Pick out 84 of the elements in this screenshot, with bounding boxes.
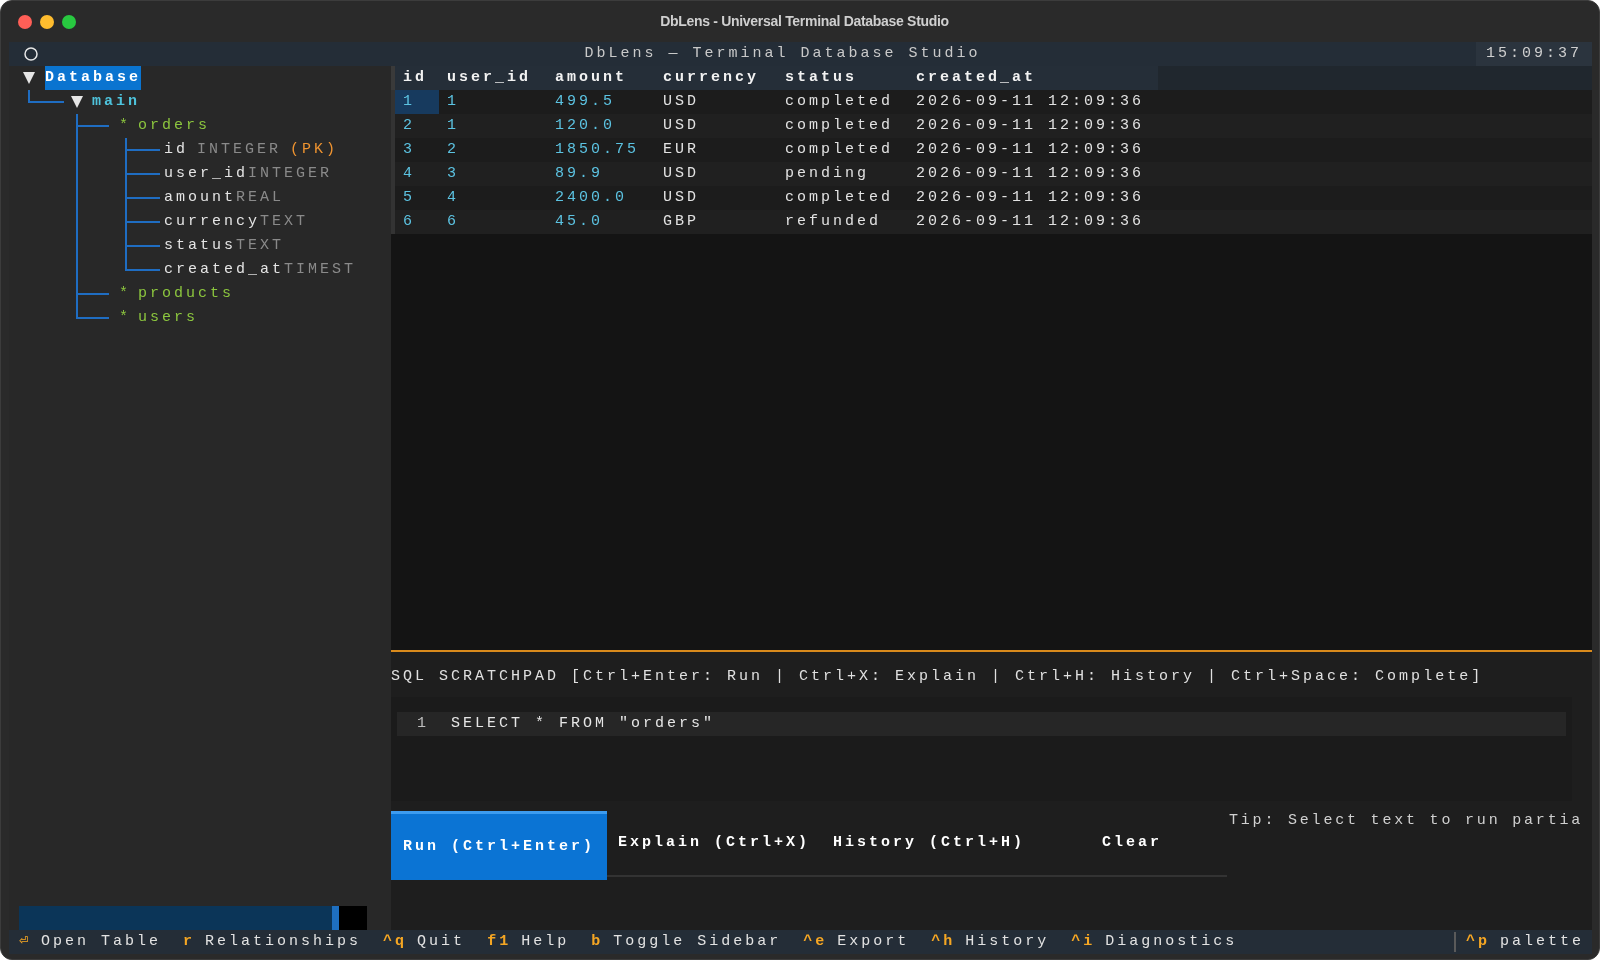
explain-button[interactable]: Explain (Ctrl+X): [607, 811, 821, 877]
table-cell-text: 3: [446, 164, 460, 184]
table-cell-text: USD: [662, 188, 700, 208]
tree-item[interactable]: orders: [138, 114, 210, 138]
footer-shortcut[interactable]: ^e Export: [803, 930, 910, 954]
table-cell-text: 120.0: [554, 116, 616, 136]
tree-item[interactable]: main: [92, 90, 140, 114]
tree-item[interactable]: users: [138, 306, 198, 330]
tree-item[interactable]: status TEXT: [164, 234, 285, 258]
column-header: amount: [554, 68, 628, 88]
table-cell-text: 2026-09-11 12:09:36: [915, 188, 1146, 208]
table-cell-text: 1: [446, 116, 460, 136]
table-cell-text: 2026-09-11 12:09:36: [915, 116, 1146, 136]
tree-item[interactable]: id INTEGER (PK): [164, 138, 339, 162]
column-header: created_at: [915, 68, 1037, 88]
code-line: SELECT * FROM "orders": [451, 714, 716, 734]
table-cell-text: 6: [402, 212, 416, 232]
history-button[interactable]: History (Ctrl+H): [821, 811, 1037, 877]
tree-item[interactable]: currencyTEXT: [164, 210, 309, 234]
column-header: currency: [662, 68, 760, 88]
table-cell-text: USD: [662, 92, 700, 112]
footer-shortcut[interactable]: ^p palette: [1465, 930, 1584, 954]
app-title: DbLens — Terminal Database Studio: [584, 44, 981, 64]
table-cell-text: 499.5: [554, 92, 616, 112]
down-triangle-icon[interactable]: [71, 96, 83, 108]
table-cell-text: completed: [784, 188, 894, 208]
table-cell-text: EUR: [662, 140, 700, 160]
footer-shortcut[interactable]: r Relationships: [183, 930, 362, 954]
table-cell-text: 1: [446, 92, 460, 112]
table-cell-text: pending: [784, 164, 870, 184]
table-cell-text: 2026-09-11 12:09:36: [915, 164, 1146, 184]
minimize-icon[interactable]: [40, 14, 54, 29]
table-cell-text: 2: [446, 140, 460, 160]
circle-icon: [24, 47, 38, 61]
tree-item[interactable]: products: [138, 282, 234, 306]
column-header: id: [402, 68, 428, 88]
table-cell-text: 4: [446, 188, 460, 208]
table-cell-text: 2026-09-11 12:09:36: [915, 140, 1146, 160]
table-cell-text: 2026-09-11 12:09:36: [915, 212, 1146, 232]
tree-item[interactable]: amount REAL: [164, 186, 285, 210]
column-header: status: [784, 68, 858, 88]
table-cell-text: USD: [662, 116, 700, 136]
scratchpad-title: SQL SCRATCHPAD [Ctrl+Enter: Run | Ctrl+X: Explain | Ctrl+H: History | Ctrl+Space: Complete]: [391, 667, 1485, 687]
tip-text: Tip: Select text to run partia: [1229, 811, 1584, 831]
table-marker: *: [119, 308, 132, 328]
table-cell-text: refunded: [784, 212, 882, 232]
tree-item[interactable]: user_id INTEGER: [164, 162, 333, 186]
footer-shortcut[interactable]: ^h History: [931, 930, 1050, 954]
table-marker: *: [119, 284, 132, 304]
table-cell-text: GBP: [662, 212, 700, 232]
footer-shortcut[interactable]: ⏎ Open Table: [19, 930, 162, 954]
table-cell-text: 4: [402, 164, 416, 184]
table-cell-text: USD: [662, 164, 700, 184]
window-title: DbLens - Universal Terminal Database Studio: [660, 12, 949, 31]
table-cell-text: 3: [402, 140, 416, 160]
table-cell-text: 45.0: [554, 212, 604, 232]
column-header: user_id: [446, 68, 532, 88]
maximize-icon[interactable]: [62, 14, 76, 29]
table-cell-text: completed: [784, 92, 894, 112]
close-icon[interactable]: [18, 14, 32, 29]
tree-item[interactable]: Database: [45, 66, 141, 90]
table-cell-text: 2400.0: [554, 188, 628, 208]
footer-shortcut[interactable]: ^i Diagnostics: [1071, 930, 1238, 954]
clear-button[interactable]: Clear: [1037, 811, 1227, 877]
table-cell-text: 1850.75: [554, 140, 640, 160]
table-cell-text: completed: [784, 116, 894, 136]
table-cell-text: completed: [784, 140, 894, 160]
line-number: 1: [417, 714, 430, 734]
footer-shortcut[interactable]: ^q Quit: [383, 930, 466, 954]
table-cell: 1: [395, 90, 439, 114]
tree-line: [28, 90, 64, 103]
table-cell-text: 2026-09-11 12:09:36: [915, 92, 1146, 112]
table-cell-text: 6: [446, 212, 460, 232]
table-cell-text: 89.9: [554, 164, 604, 184]
table-cell-text: 5: [402, 188, 416, 208]
footer-shortcut[interactable]: b Toggle Sidebar: [591, 930, 782, 954]
clock: 15:09:37: [1476, 42, 1592, 66]
tree-item[interactable]: created_at TIMEST: [164, 258, 357, 282]
table-cell-text: 2: [402, 116, 416, 136]
footer-shortcut[interactable]: f1 Help: [487, 930, 570, 954]
run-button[interactable]: Run (Ctrl+Enter): [391, 811, 607, 880]
scrollbar[interactable]: [19, 906, 367, 930]
down-triangle-icon[interactable]: [23, 72, 35, 84]
table-marker: *: [119, 116, 132, 136]
